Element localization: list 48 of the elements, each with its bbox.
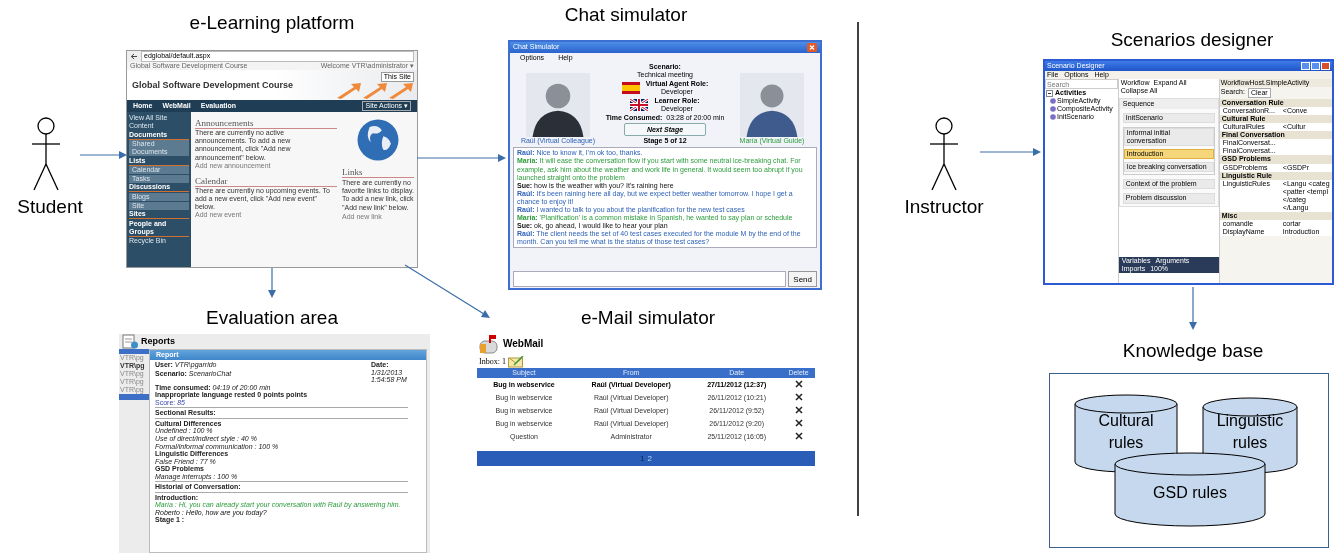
arrow <box>268 267 276 298</box>
section-title: e-Mail simulator <box>579 307 717 329</box>
arrow <box>979 148 1041 156</box>
section-title: e-Learning platform <box>188 12 356 34</box>
collapse-icon[interactable] <box>1046 89 1053 97</box>
list-footer-bar <box>119 394 149 401</box>
delete-icon[interactable] <box>794 418 803 427</box>
envelope-icon <box>507 355 524 368</box>
arrow <box>1189 286 1197 330</box>
avatar-placeholder <box>739 73 805 138</box>
minimize-button[interactable] <box>1301 62 1310 70</box>
section-title: Knowledge base <box>1121 340 1265 362</box>
site-title: Global Software Development Course <box>132 79 294 91</box>
report-icon <box>121 334 139 349</box>
close-button[interactable] <box>1321 62 1330 70</box>
maximize-button[interactable] <box>1311 62 1320 70</box>
person-icon <box>928 116 960 192</box>
delete-icon[interactable] <box>794 431 803 440</box>
store-label: Linguistic rules <box>1215 411 1285 454</box>
section-title: Evaluation area <box>204 307 339 329</box>
page-title: Reports <box>141 336 175 347</box>
actor-label: Student <box>16 196 84 218</box>
send-button[interactable]: Send <box>788 271 817 287</box>
close-button[interactable] <box>807 43 817 52</box>
person-icon <box>30 116 62 192</box>
mailbox-icon <box>479 334 501 354</box>
delete-icon[interactable] <box>794 379 803 388</box>
message-input[interactable] <box>513 271 787 287</box>
section-heading: Links <box>342 167 414 179</box>
section-title: Scenarios designer <box>1109 29 1275 51</box>
avatar-placeholder <box>525 73 591 138</box>
delete-icon[interactable] <box>794 405 803 414</box>
page-link[interactable]: 2 <box>647 453 652 464</box>
store-label: GSD rules <box>1152 483 1228 503</box>
delete-icon[interactable] <box>794 392 803 401</box>
section-title: Chat simulator <box>563 4 689 26</box>
inbox-count: Inbox: 1 <box>479 356 506 367</box>
flag-icon <box>621 82 640 95</box>
app-title: WebMail <box>503 338 544 350</box>
list-header-bar <box>119 349 149 354</box>
store-label: Cultural rules <box>1097 411 1155 454</box>
arrow <box>79 151 127 159</box>
section-heading: Announcements <box>195 118 337 130</box>
flag-icon <box>630 99 649 112</box>
actor-label: Instructor <box>903 196 985 218</box>
globe-icon <box>356 118 400 163</box>
back-icon[interactable] <box>130 53 138 60</box>
section-heading: Calendar <box>195 175 337 187</box>
